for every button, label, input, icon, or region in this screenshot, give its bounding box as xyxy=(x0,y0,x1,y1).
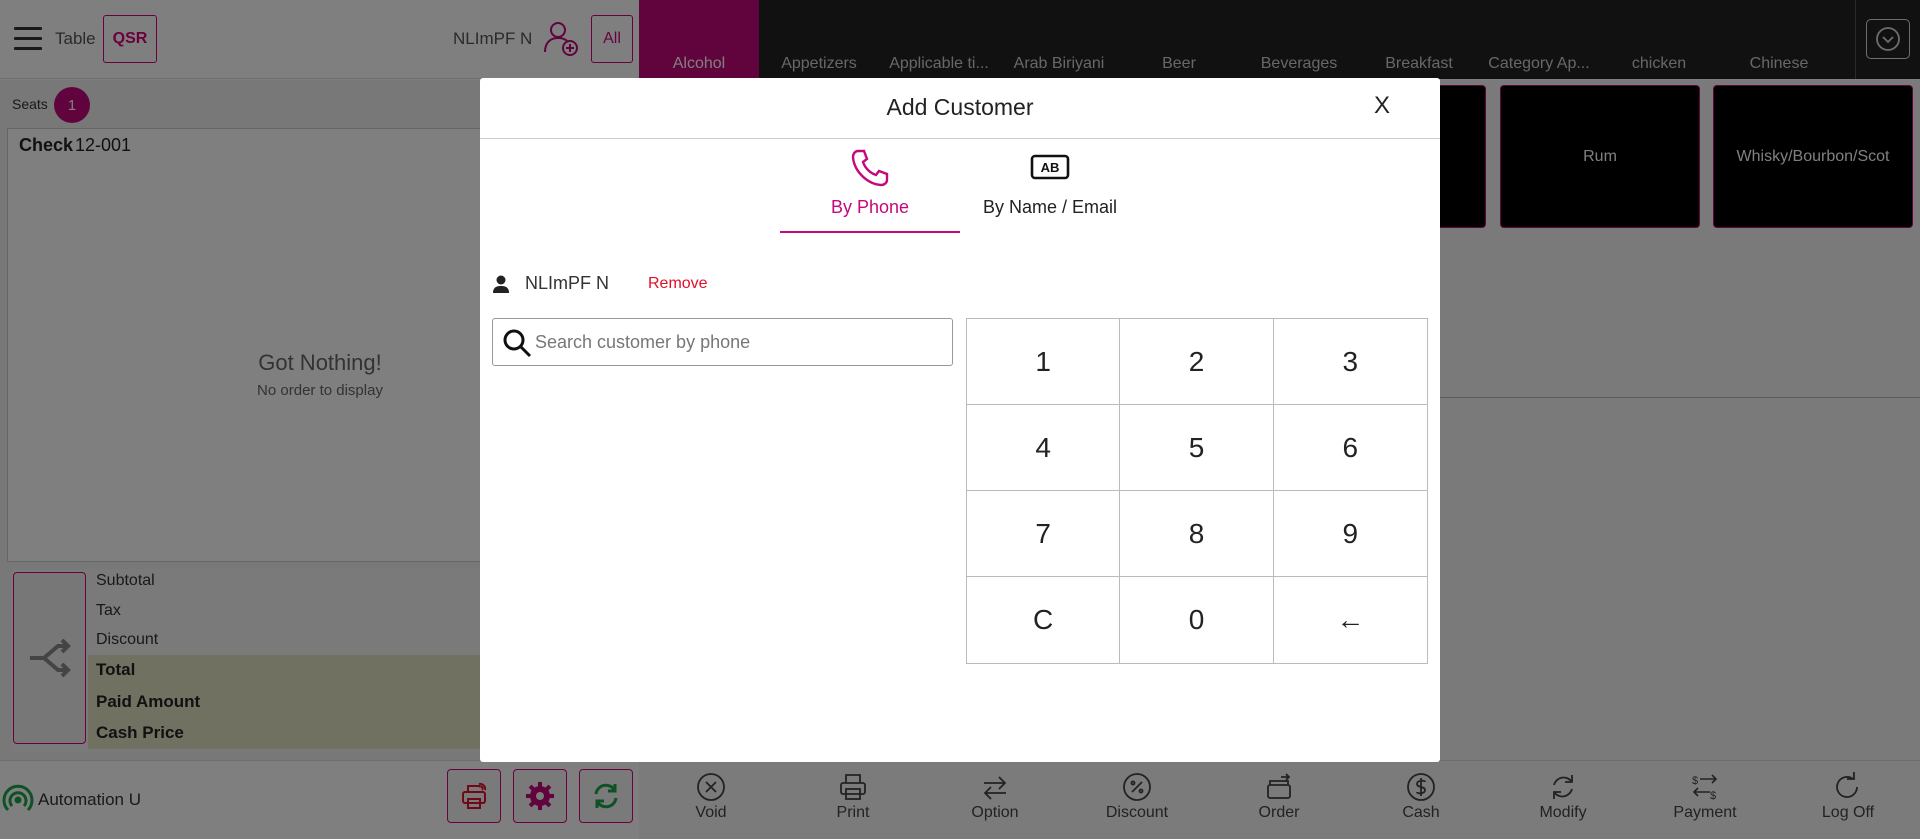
remove-customer-link[interactable]: Remove xyxy=(648,275,708,293)
selected-customer-name: NLImPF N xyxy=(525,273,610,293)
tab-by-name-email-label: By Name / Email xyxy=(982,197,1118,217)
id-card-icon: AB xyxy=(1030,154,1070,180)
tab-by-phone[interactable]: By Phone xyxy=(780,145,960,233)
modal-title: Add Customer xyxy=(886,94,1034,120)
tab-by-phone-label: By Phone xyxy=(830,197,910,217)
close-button[interactable]: X xyxy=(1367,92,1397,122)
search-icon xyxy=(502,328,532,358)
key-clear[interactable]: C xyxy=(967,577,1121,663)
key-4[interactable]: 4 xyxy=(967,405,1121,491)
key-9[interactable]: 9 xyxy=(1273,491,1427,577)
key-1[interactable]: 1 xyxy=(967,319,1121,405)
search-customer-input[interactable] xyxy=(535,322,945,362)
key-2[interactable]: 2 xyxy=(1120,319,1274,405)
numpad: 1 2 3 4 5 6 7 8 9 C 0 ← xyxy=(966,318,1428,664)
key-3[interactable]: 3 xyxy=(1273,319,1427,405)
key-7[interactable]: 7 xyxy=(967,491,1121,577)
key-6[interactable]: 6 xyxy=(1273,405,1427,491)
phone-icon xyxy=(851,149,889,187)
person-icon xyxy=(490,273,512,295)
tab-by-name-email[interactable]: AB By Name / Email xyxy=(960,145,1140,233)
key-0[interactable]: 0 xyxy=(1120,577,1274,663)
id-card-text: AB xyxy=(1041,160,1060,175)
key-backspace[interactable]: ← xyxy=(1273,577,1427,663)
modal-divider xyxy=(480,138,1440,139)
key-8[interactable]: 8 xyxy=(1120,491,1274,577)
key-5[interactable]: 5 xyxy=(1120,405,1274,491)
